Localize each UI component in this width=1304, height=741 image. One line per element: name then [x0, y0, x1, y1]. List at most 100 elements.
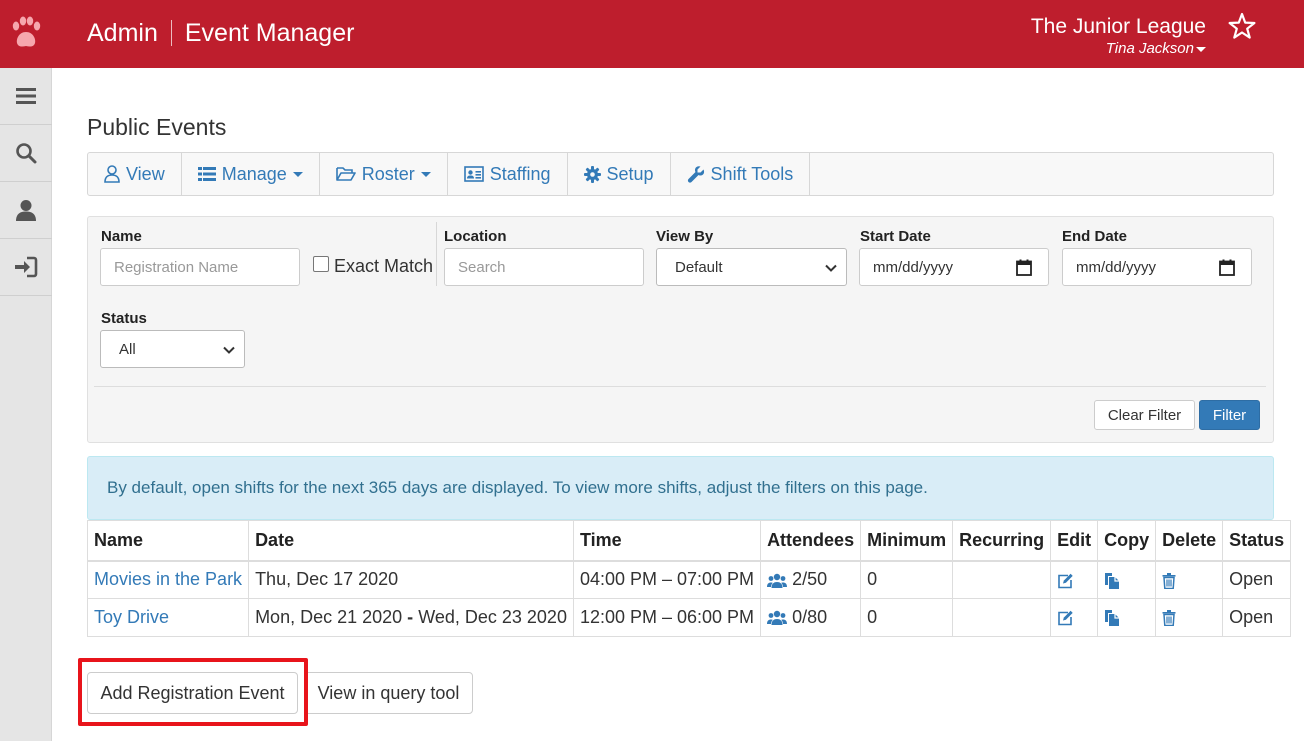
copy-cell: [1097, 598, 1157, 637]
tab-manage[interactable]: Manage: [182, 153, 320, 195]
end-date-input[interactable]: mm/dd/yyyy: [1062, 248, 1252, 286]
attendees-cell: 0/80: [760, 598, 862, 637]
event-status: Open: [1222, 560, 1292, 599]
copy-cell: [1097, 560, 1157, 599]
chevron-down-icon: [223, 346, 235, 354]
trash-icon[interactable]: [1162, 572, 1176, 589]
column-header-time[interactable]: Time: [572, 520, 762, 562]
info-alert: By default, open shifts for the next 365…: [87, 456, 1274, 520]
edit-cell: [1050, 598, 1099, 637]
tab-shift-tools[interactable]: Shift Tools: [671, 153, 811, 195]
event-time: 04:00 PM – 07:00 PM: [572, 560, 762, 599]
users-icon: [767, 573, 788, 588]
event-name-cell: Movies in the Park: [86, 560, 250, 599]
filter-footer-divider: [94, 386, 1266, 387]
list-icon: [197, 167, 216, 181]
tab-label: Staffing: [489, 163, 551, 184]
copy-icon[interactable]: [1104, 609, 1120, 627]
name-filter-label: Name: [101, 228, 142, 245]
status-value: All: [119, 340, 136, 358]
column-header-copy: Copy: [1097, 520, 1157, 562]
id-card-icon: [463, 166, 484, 182]
filter-button[interactable]: Filter: [1199, 400, 1260, 430]
delete-cell: [1155, 598, 1224, 637]
filter-divider: [436, 222, 437, 286]
attendee-count: 0/80: [792, 607, 828, 627]
edit-icon[interactable]: [1057, 573, 1074, 589]
attendees-cell: 2/50: [760, 560, 862, 599]
status-select[interactable]: All: [100, 330, 245, 368]
column-header-status[interactable]: Status: [1222, 520, 1292, 562]
sidebar-item-menu[interactable]: [0, 68, 52, 125]
column-header-minimum[interactable]: Minimum: [860, 520, 954, 562]
registration-name-input[interactable]: Registration Name: [100, 248, 300, 286]
status-filter-label: Status: [101, 310, 147, 327]
caret-down-icon: [420, 171, 431, 177]
paw-icon[interactable]: [8, 12, 44, 52]
table-row: Toy Drive Mon, Dec 21 2020 - Wed, Dec 23…: [86, 598, 1292, 637]
date-range-separator: -: [407, 607, 414, 627]
calendar-icon[interactable]: [1016, 259, 1032, 276]
event-date: Mon, Dec 21 2020 - Wed, Dec 23 2020: [248, 598, 574, 637]
column-header-recurring[interactable]: Recurring: [952, 520, 1052, 562]
caret-down-icon: [292, 171, 303, 177]
info-message: By default, open shifts for the next 365…: [107, 478, 928, 497]
end-date-label: End Date: [1062, 228, 1128, 245]
user-outline-icon: [104, 165, 120, 183]
view-in-query-tool-button[interactable]: View in query tool: [304, 672, 473, 714]
event-date: Thu, Dec 17 2020: [248, 560, 574, 599]
start-date-value: mm/dd/yyyy: [873, 258, 954, 276]
wrench-icon: [687, 166, 704, 183]
sidebar-item-user[interactable]: [0, 182, 52, 239]
start-date-input[interactable]: mm/dd/yyyy: [859, 248, 1049, 286]
edit-icon[interactable]: [1057, 610, 1074, 626]
view-by-select[interactable]: Default: [656, 248, 847, 286]
location-filter-label: Location: [444, 228, 507, 245]
org-menu[interactable]: The Junior League Tina Jackson: [1031, 14, 1206, 58]
tab-view[interactable]: View: [88, 153, 182, 195]
column-header-name[interactable]: Name: [86, 520, 250, 562]
menu-icon: [16, 88, 36, 104]
chevron-down-icon: [825, 264, 837, 272]
table-header-row: Name Date Time Attendees Minimum Recurri…: [86, 520, 1292, 562]
admin-link[interactable]: Admin: [87, 18, 158, 48]
users-icon: [767, 611, 788, 626]
tab-label: Manage: [221, 163, 287, 184]
star-icon[interactable]: [1228, 12, 1256, 40]
clear-filter-button[interactable]: Clear Filter: [1094, 400, 1195, 430]
app-title: Event Manager: [184, 19, 355, 47]
event-recurring: [952, 598, 1052, 637]
sidebar-item-search[interactable]: [0, 125, 52, 182]
user-menu[interactable]: Tina Jackson: [1031, 40, 1206, 58]
column-header-date[interactable]: Date: [248, 520, 574, 562]
location-search-input[interactable]: Search: [444, 248, 644, 286]
org-name: The Junior League: [1030, 15, 1206, 38]
tab-roster[interactable]: Roster: [320, 153, 448, 195]
tab-staffing[interactable]: Staffing: [448, 153, 568, 195]
events-table: Name Date Time Attendees Minimum Recurri…: [86, 520, 1292, 637]
trash-icon[interactable]: [1162, 610, 1176, 627]
brand-divider: [170, 20, 172, 46]
event-name-link[interactable]: Movies in the Park: [94, 569, 242, 589]
sidebar: [0, 68, 52, 741]
gear-icon: [583, 165, 601, 183]
copy-icon[interactable]: [1104, 572, 1120, 590]
tab-setup[interactable]: Setup: [568, 153, 671, 195]
user-name: Tina Jackson: [1105, 40, 1194, 57]
event-date-end: Wed, Dec 23 2020: [418, 607, 567, 627]
tab-label: Setup: [606, 163, 654, 184]
sidebar-item-signin[interactable]: [0, 239, 52, 296]
event-date-start: Mon, Dec 21 2020: [255, 607, 403, 627]
folder-open-icon: [335, 167, 356, 181]
tab-label: Shift Tools: [710, 163, 794, 184]
event-name-link[interactable]: Toy Drive: [94, 607, 169, 627]
search-icon: [16, 143, 37, 164]
column-header-attendees[interactable]: Attendees: [760, 520, 862, 562]
end-date-value: mm/dd/yyyy: [1076, 258, 1157, 276]
start-date-label: Start Date: [860, 228, 931, 245]
event-toolbar: View Manage Roster Staffing Setup Shift …: [87, 152, 1274, 196]
exact-match-checkbox[interactable]: [313, 256, 329, 272]
calendar-icon[interactable]: [1219, 259, 1235, 276]
tab-label: Roster: [361, 163, 415, 184]
view-by-value: Default: [675, 258, 723, 276]
